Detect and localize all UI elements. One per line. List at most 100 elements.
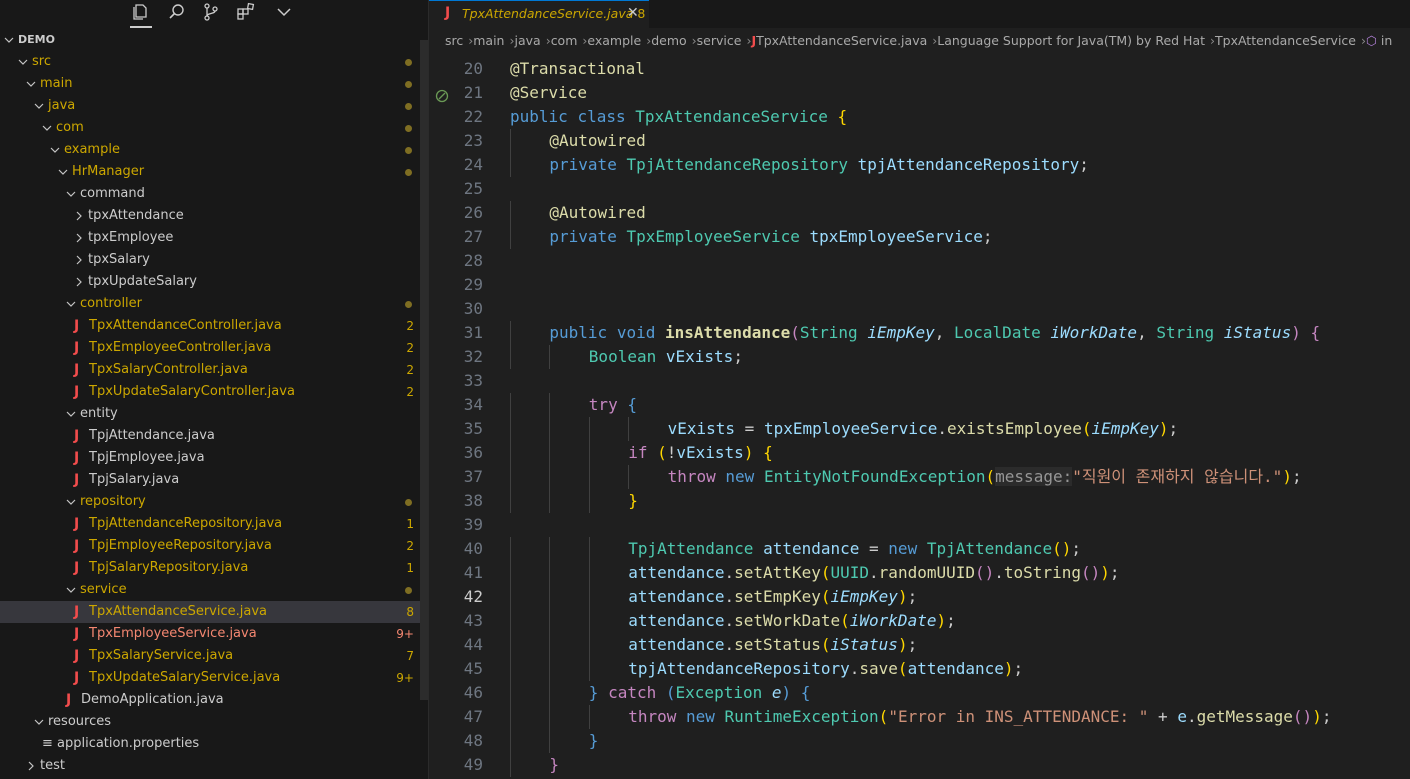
tree-file[interactable]: J TpjSalaryRepository.java 1 <box>0 557 428 579</box>
tree-file[interactable]: J TpxEmployeeService.java 9+ <box>0 623 428 645</box>
code-line[interactable]: 22 public class TpxAttendanceService { <box>429 105 1410 129</box>
tree-file[interactable]: J TpjSalary.java <box>0 469 428 491</box>
code-line[interactable]: 33 <box>429 369 1410 393</box>
tree-folder[interactable]: tpxEmployee <box>0 227 428 249</box>
tree-folder[interactable]: tpxAttendance <box>0 205 428 227</box>
code-line[interactable]: 31 public void insAttendance(String iEmpK… <box>429 321 1410 345</box>
code-line[interactable]: 40 TpjAttendance attendance = new TpjAtte… <box>429 537 1410 561</box>
search-icon[interactable] <box>167 2 189 24</box>
breadcrumb-item[interactable]: service <box>697 33 742 48</box>
breadcrumb-item[interactable]: Language Support for Java(TM) by Red Hat <box>937 33 1205 48</box>
code-line[interactable]: 39 <box>429 513 1410 537</box>
explorer-icon[interactable] <box>130 2 152 28</box>
code-line[interactable]: 27 private TpxEmployeeService tpxEmployee… <box>429 225 1410 249</box>
code-line[interactable]: 29 <box>429 273 1410 297</box>
chevron-down-icon[interactable] <box>58 161 70 183</box>
breadcrumb-item[interactable]: com <box>551 33 578 48</box>
close-icon[interactable]: ✕ <box>627 5 639 21</box>
chevron-down-icon[interactable] <box>66 183 78 205</box>
breadcrumb-item[interactable]: TpxAttendanceService <box>1215 33 1356 48</box>
breadcrumb-item[interactable]: example <box>587 33 641 48</box>
tree-folder[interactable]: tpxSalary <box>0 249 428 271</box>
code-line[interactable]: 43 attendance.setWorkDate(iWorkDate); <box>429 609 1410 633</box>
tree-file[interactable]: J TpxSalaryService.java 7 <box>0 645 428 667</box>
chevron-down-icon[interactable] <box>42 117 54 139</box>
code-line[interactable]: 32 Boolean vExists; <box>429 345 1410 369</box>
chevron-down-icon[interactable] <box>50 139 62 161</box>
code-line[interactable]: 45 tpjAttendanceRepository.save(attendanc… <box>429 657 1410 681</box>
chevron-down-icon[interactable] <box>66 491 78 513</box>
extensions-icon[interactable] <box>236 2 258 24</box>
tree-file[interactable]: J TpjEmployeeRepository.java 2 <box>0 535 428 557</box>
tree-folder[interactable]: com <box>0 117 428 139</box>
tree-file[interactable]: ≡ application.properties <box>0 733 428 755</box>
tab-tpxattendanceservice[interactable]: J TpxAttendanceService.java 8 ✕ <box>429 0 649 28</box>
sidebar-scrollbar[interactable] <box>420 40 428 700</box>
code-line[interactable]: 20 @Transactional <box>429 57 1410 81</box>
code-line[interactable]: 23 @Autowired <box>429 129 1410 153</box>
code-line[interactable]: 42 attendance.setEmpKey(iEmpKey); <box>429 585 1410 609</box>
tree-folder[interactable]: example <box>0 139 428 161</box>
tree-folder[interactable]: main <box>0 73 428 95</box>
breadcrumb-item[interactable]: in <box>1381 33 1392 48</box>
tree-file[interactable]: J DemoApplication.java <box>0 689 428 711</box>
tree-folder[interactable]: repository <box>0 491 428 513</box>
tree-file[interactable]: J TpxEmployeeController.java 2 <box>0 337 428 359</box>
chevron-right-icon[interactable] <box>74 271 86 293</box>
code-line[interactable]: 21 @Service <box>429 81 1410 105</box>
code-line[interactable]: 44 attendance.setStatus(iStatus); <box>429 633 1410 657</box>
tree-folder[interactable]: src <box>0 51 428 73</box>
chevron-right-icon[interactable] <box>26 755 38 777</box>
tree-folder[interactable]: tpxUpdateSalary <box>0 271 428 293</box>
code-line[interactable]: 34 try { <box>429 393 1410 417</box>
tree-file[interactable]: J TpxUpdateSalaryService.java 9+ <box>0 667 428 689</box>
tree-folder[interactable]: command <box>0 183 428 205</box>
breadcrumb-item[interactable]: main <box>473 33 504 48</box>
chevron-right-icon[interactable] <box>74 249 86 271</box>
breadcrumb-item[interactable]: demo <box>651 33 686 48</box>
chevron-right-icon[interactable] <box>74 205 86 227</box>
breadcrumb-item[interactable]: src <box>445 33 463 48</box>
chevron-down-icon[interactable] <box>34 711 46 733</box>
tree-file[interactable]: J TpxAttendanceService.java 8 <box>0 601 428 623</box>
tree-folder[interactable]: service <box>0 579 428 601</box>
code-line[interactable]: 46} catch (Exception e) { <box>429 681 1410 705</box>
code-line[interactable]: 28 <box>429 249 1410 273</box>
code-line[interactable]: 30 <box>429 297 1410 321</box>
tree-folder[interactable]: test <box>0 755 428 777</box>
code-area[interactable]: 20 @Transactional 21 @Service 22 public class… <box>429 57 1410 777</box>
chevron-down-icon[interactable] <box>66 293 78 315</box>
code-line[interactable]: 24 private TpjAttendanceRepository tpjAtt… <box>429 153 1410 177</box>
source-control-icon[interactable] <box>201 2 223 24</box>
breadcrumb-item[interactable]: TpxAttendanceService.java <box>756 33 927 48</box>
tree-file[interactable]: J TpxSalaryController.java 2 <box>0 359 428 381</box>
tree-folder[interactable]: entity <box>0 403 428 425</box>
breadcrumb-item[interactable]: java <box>514 33 540 48</box>
tree-file[interactable]: J TpjAttendance.java <box>0 425 428 447</box>
tree-folder[interactable]: resources <box>0 711 428 733</box>
code-line[interactable]: 41 attendance.setAttKey(UUID.randomUUID()… <box>429 561 1410 585</box>
code-line[interactable]: 47 throw new RuntimeException("Error in I… <box>429 705 1410 729</box>
chevron-down-icon[interactable] <box>4 29 16 51</box>
code-line[interactable]: 25 <box>429 177 1410 201</box>
tree-folder[interactable]: DEMO <box>0 29 428 51</box>
tree-folder[interactable]: controller <box>0 293 428 315</box>
chevron-down-icon[interactable] <box>34 95 46 117</box>
chevron-down-icon[interactable] <box>274 2 296 24</box>
chevron-down-icon[interactable] <box>18 51 30 73</box>
code-line[interactable]: 26 @Autowired <box>429 201 1410 225</box>
code-line[interactable]: 36 if (!vExists) { <box>429 441 1410 465</box>
chevron-down-icon[interactable] <box>66 579 78 601</box>
tree-folder[interactable]: HrManager <box>0 161 428 183</box>
tree-file[interactable]: J TpxAttendanceController.java 2 <box>0 315 428 337</box>
code-line[interactable]: 49} <box>429 753 1410 777</box>
chevron-down-icon[interactable] <box>26 73 38 95</box>
code-line[interactable]: 48} <box>429 729 1410 753</box>
chevron-right-icon[interactable] <box>74 227 86 249</box>
tree-folder[interactable]: java <box>0 95 428 117</box>
tree-file[interactable]: J TpjAttendanceRepository.java 1 <box>0 513 428 535</box>
code-line[interactable]: 37 throw new EntityNotFoundException(mess… <box>429 465 1410 489</box>
chevron-down-icon[interactable] <box>66 403 78 425</box>
tree-file[interactable]: J TpjEmployee.java <box>0 447 428 469</box>
code-line[interactable]: 35 vExists = tpxEmployeeService.existsEmp… <box>429 417 1410 441</box>
